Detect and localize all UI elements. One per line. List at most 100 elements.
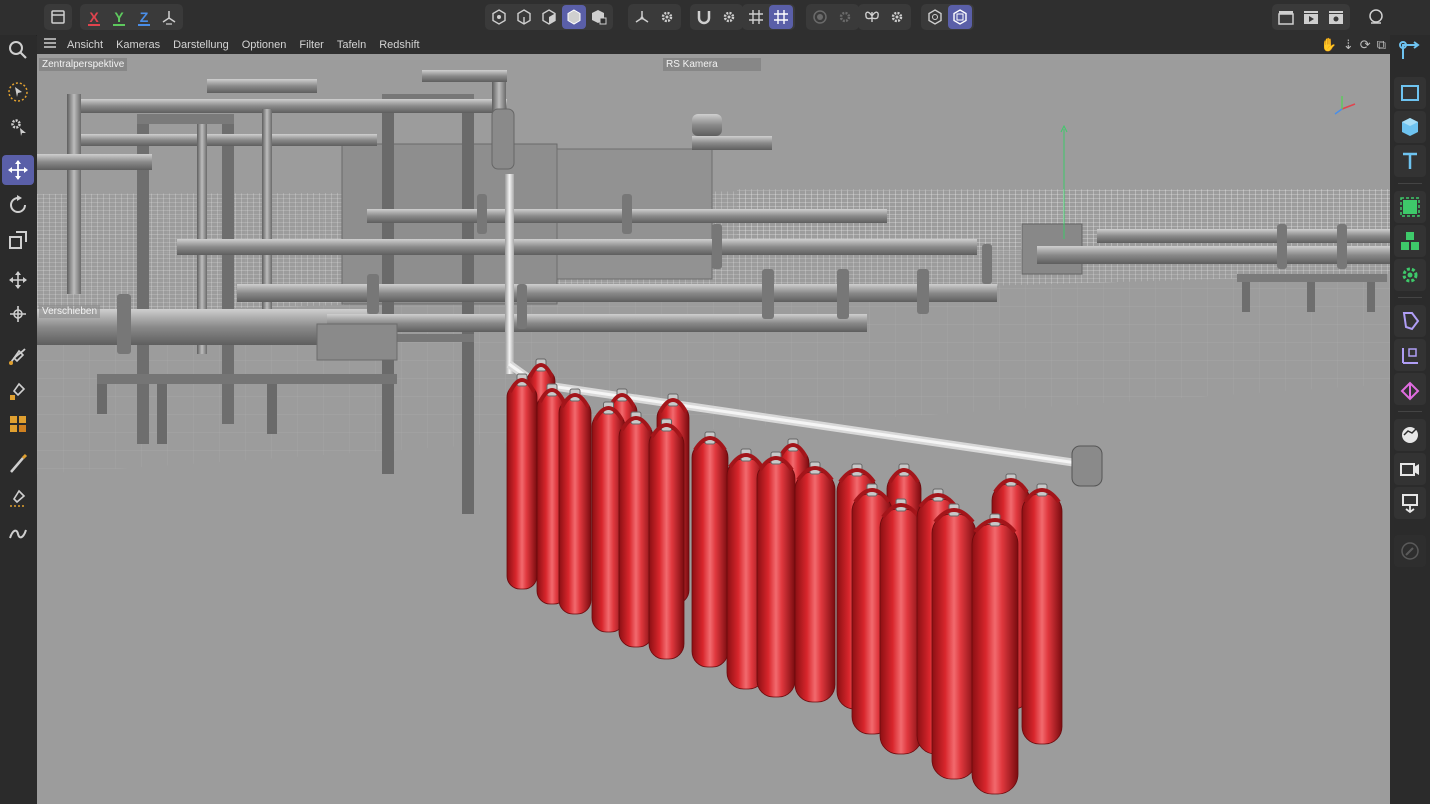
- gas-cylinder: [971, 513, 1019, 795]
- scale-tool-icon[interactable]: [2, 225, 34, 255]
- effector-icon[interactable]: [1394, 259, 1426, 291]
- environment-sky-icon[interactable]: [1394, 419, 1426, 451]
- viewport-navigation: ✋ ⇣ ⟳ ⧉: [1321, 36, 1386, 53]
- spline-smooth-icon[interactable]: [2, 519, 34, 549]
- symmetry-settings-gear-icon[interactable]: [885, 5, 909, 29]
- viewport-menu-bar: Ansicht Kameras Darstellung Optionen Fil…: [37, 35, 1390, 54]
- world-coordinates-icon[interactable]: [157, 5, 181, 29]
- edges-mode-icon[interactable]: [512, 5, 536, 29]
- solo-settings-gear-icon[interactable]: [833, 5, 857, 29]
- gas-cylinder: [691, 431, 729, 668]
- commander-icon[interactable]: [1364, 5, 1388, 29]
- live-selection-icon[interactable]: [2, 77, 34, 107]
- gas-cylinder: [558, 388, 592, 615]
- edit-pencil-icon[interactable]: [1394, 535, 1426, 567]
- boole-icon[interactable]: [1394, 373, 1426, 405]
- snap-settings-gear-icon[interactable]: [717, 5, 741, 29]
- camera-label[interactable]: RS Kamera: [663, 58, 761, 71]
- axis-group: [628, 4, 681, 30]
- top-toolbar: X Y Z: [0, 0, 1430, 36]
- text-tool-icon[interactable]: [1394, 145, 1426, 177]
- menu-tafeln[interactable]: Tafeln: [337, 39, 366, 51]
- workplane-grid-icon[interactable]: [769, 5, 793, 29]
- solo-group: [806, 4, 859, 30]
- gas-cylinder: [618, 411, 654, 648]
- scene-camera-axis-icon[interactable]: [1394, 339, 1426, 371]
- object-mode-icon[interactable]: [587, 5, 611, 29]
- gas-cylinder: [794, 461, 836, 703]
- spline-sketch-icon[interactable]: [2, 375, 34, 405]
- render-view-icon[interactable]: [1274, 5, 1298, 29]
- polygons-mode-icon[interactable]: [537, 5, 561, 29]
- hamburger-menu-icon[interactable]: [43, 36, 57, 54]
- polygon-pen-icon[interactable]: [2, 409, 34, 439]
- menu-darstellung[interactable]: Darstellung: [173, 39, 229, 51]
- viewport-solo-icon[interactable]: [923, 5, 947, 29]
- scene-render: [37, 54, 1390, 804]
- render-settings-icon[interactable]: [1324, 5, 1348, 29]
- symmetry-butterfly-icon[interactable]: [860, 5, 884, 29]
- menu-kameras[interactable]: Kameras: [116, 39, 160, 51]
- gas-cylinder: [756, 451, 796, 698]
- dolly-arrow-icon[interactable]: ⇣: [1343, 36, 1354, 53]
- grid-group: [742, 4, 795, 30]
- menu-redshift[interactable]: Redshift: [379, 39, 419, 51]
- rotate-tool-icon[interactable]: [2, 190, 34, 220]
- lock-x-axis-button[interactable]: X: [82, 5, 106, 29]
- spline-pen-icon[interactable]: [2, 341, 34, 371]
- gas-cylinder: [506, 373, 538, 590]
- render-picture-viewer-icon[interactable]: [1299, 5, 1323, 29]
- gas-cylinder: [648, 418, 685, 660]
- menu-optionen[interactable]: Optionen: [242, 39, 287, 51]
- grid-icon[interactable]: [744, 5, 768, 29]
- layout-icon[interactable]: [46, 5, 70, 29]
- left-toolbar: [0, 35, 36, 804]
- lock-y-axis-button[interactable]: Y: [107, 5, 131, 29]
- 3d-viewport[interactable]: Ansicht Kameras Darstellung Optionen Fil…: [37, 35, 1390, 804]
- snap-group: [690, 4, 743, 30]
- deformer-bend-icon[interactable]: [1394, 305, 1426, 337]
- separator: [1398, 411, 1422, 412]
- symmetry-group: [858, 4, 911, 30]
- axis-icon[interactable]: [630, 5, 654, 29]
- snap-magnet-icon[interactable]: [692, 5, 716, 29]
- tweak-tool-icon[interactable]: [2, 111, 34, 141]
- orbit-icon[interactable]: ⟳: [1360, 36, 1371, 53]
- light-icon[interactable]: [1394, 487, 1426, 519]
- move-tool-icon[interactable]: [2, 155, 34, 185]
- menu-ansicht[interactable]: Ansicht: [67, 39, 103, 51]
- knife-pen-icon[interactable]: [2, 483, 34, 513]
- viewport-mode-group: [921, 4, 974, 30]
- points-mode-icon[interactable]: [487, 5, 511, 29]
- pan-hand-icon[interactable]: ✋: [1321, 36, 1337, 53]
- solo-icon[interactable]: [808, 5, 832, 29]
- separator: [1398, 297, 1422, 298]
- gas-cylinder: [931, 503, 977, 780]
- lock-z-axis-button[interactable]: Z: [132, 5, 156, 29]
- view-name-label[interactable]: Zentralperspektive: [39, 58, 128, 71]
- search-icon[interactable]: [2, 35, 34, 65]
- gas-cylinder: [879, 498, 923, 755]
- transfer-tool-icon[interactable]: [2, 265, 34, 295]
- gas-cylinder: [1021, 483, 1063, 745]
- subdivision-surface-icon[interactable]: [1394, 191, 1426, 223]
- multi-transform-icon[interactable]: [2, 299, 34, 329]
- spline-rectangle-icon[interactable]: [1394, 77, 1426, 109]
- camera-icon[interactable]: [1394, 453, 1426, 485]
- menu-filter[interactable]: Filter: [299, 39, 323, 51]
- selection-mode-group: [485, 4, 613, 30]
- separator: [1398, 183, 1422, 184]
- brush-tool-icon[interactable]: [2, 449, 34, 479]
- axis-lock-group: X Y Z: [80, 4, 183, 30]
- render-group: [1272, 4, 1350, 30]
- active-tool-label: Verschieben: [39, 305, 101, 318]
- coordinate-manager-icon[interactable]: [1394, 35, 1426, 67]
- right-toolbar: [1390, 35, 1430, 804]
- redshift-ipr-icon[interactable]: [948, 5, 972, 29]
- cube-icon[interactable]: [1394, 111, 1426, 143]
- maximize-view-icon[interactable]: ⧉: [1377, 36, 1386, 53]
- model-mode-icon[interactable]: [562, 5, 586, 29]
- layout-group: [44, 4, 72, 30]
- cloner-icon[interactable]: [1394, 225, 1426, 257]
- axis-settings-gear-icon[interactable]: [655, 5, 679, 29]
